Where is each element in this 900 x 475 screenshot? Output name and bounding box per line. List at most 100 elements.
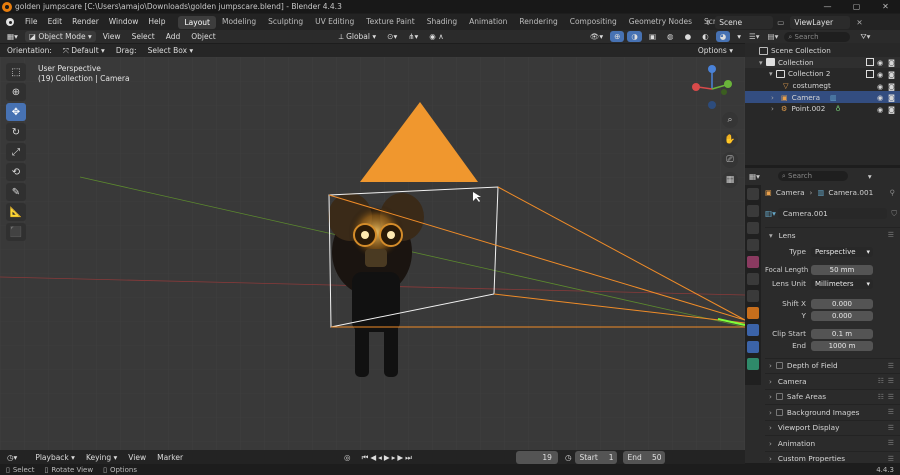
playback-controls[interactable]: ⏮◀◂▶▸▶⏭	[358, 452, 418, 463]
eye-icon[interactable]: ◉	[877, 93, 885, 102]
scene-field[interactable]: Scene	[715, 15, 774, 29]
mode-selector[interactable]: ◪ Object Mode ▾	[24, 31, 96, 42]
eye-icon[interactable]: ◉	[877, 82, 885, 91]
section-background-images[interactable]: › Background Images ☰	[765, 404, 900, 420]
end-frame-field[interactable]: End 50	[623, 450, 666, 464]
menu-timeline-view[interactable]: View	[124, 452, 150, 463]
select-box-tool-icon[interactable]: ⬚	[6, 63, 26, 81]
tab-geometry-nodes[interactable]: Geometry Nodes	[623, 14, 698, 30]
drag-grip-icon[interactable]: ☰	[888, 377, 894, 385]
eye-icon[interactable]: ◉	[877, 58, 885, 67]
minimize-button[interactable]: —	[813, 0, 842, 13]
outliner-row-scene-collection[interactable]: Scene Collection	[745, 45, 900, 57]
pin-icon[interactable]: ⚲	[890, 188, 895, 197]
record-toggle-icon[interactable]: ◎	[340, 452, 355, 463]
menu-playback[interactable]: Playback ▾	[31, 452, 79, 463]
background-images-checkbox[interactable]	[775, 408, 783, 416]
view-layer-tab-icon[interactable]	[747, 239, 759, 251]
visibility-icon[interactable]: 👁▾	[586, 31, 607, 42]
3d-viewport[interactable]: User Perspective (19) Collection | Camer…	[0, 57, 745, 450]
section-lens[interactable]: ▾ Lens ☰	[765, 227, 900, 243]
safe-areas-checkbox[interactable]	[775, 393, 783, 401]
shading-rendered-icon[interactable]: ◕	[715, 31, 731, 42]
tab-rendering[interactable]: Rendering	[513, 14, 563, 30]
drag-grip-icon[interactable]: ☰	[888, 408, 894, 416]
render-camera-icon[interactable]: ◙	[888, 93, 896, 102]
shading-solid-icon[interactable]: ●	[681, 31, 696, 42]
xray-icon[interactable]: ▣	[645, 31, 660, 42]
properties-editor-icon[interactable]: ▦▾	[749, 172, 760, 181]
render-camera-icon[interactable]: ◙	[888, 82, 896, 91]
menu-file[interactable]: File	[20, 14, 43, 30]
outliner-editor-icon[interactable]: ☰▾	[749, 32, 760, 41]
clock-icon[interactable]: ◷	[561, 452, 576, 463]
tool-tab-icon[interactable]	[747, 188, 759, 200]
world-tab-icon[interactable]	[747, 273, 759, 285]
type-dropdown[interactable]: Perspective ▾	[811, 246, 873, 257]
properties-options-icon[interactable]: ▾	[868, 172, 872, 181]
outliner-row-costumegt[interactable]: ▽ costumegt ◉ ◙	[745, 80, 900, 92]
tab-compositing[interactable]: Compositing	[564, 14, 623, 30]
lens-unit-dropdown[interactable]: Millimeters ▾	[811, 278, 873, 289]
options-dropdown[interactable]: Options ▾	[694, 45, 737, 56]
maximize-button[interactable]: ▢	[842, 0, 871, 13]
start-frame-field[interactable]: Start 1	[575, 450, 618, 464]
scene-tab-icon[interactable]	[747, 256, 759, 268]
drag-grip-icon[interactable]: ☰	[888, 362, 894, 370]
outliner-search[interactable]: ⌕ Search	[784, 31, 851, 42]
drag-grip-icon[interactable]: ☰	[888, 231, 894, 239]
scale-tool-icon[interactable]: ⤢	[6, 143, 26, 161]
presets-icon[interactable]: ☷	[878, 393, 884, 401]
section-depth-of-field[interactable]: › Depth of Field ☰	[765, 357, 900, 374]
pivot-icon[interactable]: ⊙▾	[383, 31, 401, 42]
zoom-icon[interactable]: ⌕	[722, 112, 738, 128]
current-frame-field[interactable]: 19	[515, 450, 558, 464]
render-tab-icon[interactable]	[747, 205, 759, 217]
expand-arrow-icon[interactable]: ▾	[759, 58, 766, 67]
timeline-editor-icon[interactable]: ◷▾	[3, 452, 21, 463]
focal-length-field[interactable]: 50 mm	[811, 264, 873, 275]
menu-object[interactable]: Object	[187, 31, 219, 42]
tab-sculpting[interactable]: Sculpting	[262, 14, 309, 30]
move-tool-icon[interactable]: ✥	[6, 103, 26, 121]
render-camera-icon[interactable]: ◙	[888, 58, 896, 67]
orientation-selector[interactable]: ⟂ Global ▾	[335, 31, 380, 42]
menu-window[interactable]: Window	[104, 14, 144, 30]
shading-material-icon[interactable]: ◐	[698, 31, 713, 42]
eye-icon[interactable]: ◉	[877, 105, 885, 114]
outliner-row-collection[interactable]: ▾ Collection ◉ ◙	[745, 56, 900, 69]
shading-wireframe-icon[interactable]: ◍	[663, 31, 678, 42]
properties-search[interactable]: ⌕ Search	[777, 171, 848, 181]
shading-options-icon[interactable]: ▾	[733, 31, 745, 42]
drag-grip-icon[interactable]: ☰	[888, 393, 894, 401]
drag-grip-icon[interactable]: ☰	[888, 455, 894, 463]
drag-dropdown[interactable]: Select Box ▾	[144, 45, 198, 56]
overlay-icon[interactable]: ◑	[627, 31, 642, 42]
include-checkbox[interactable]	[866, 69, 874, 78]
proportional-edit-icon[interactable]: ◉ ∧	[425, 31, 447, 42]
menu-add[interactable]: Add	[162, 31, 185, 42]
remove-view-layer-icon[interactable]: ✕	[856, 18, 862, 27]
tab-texture-paint[interactable]: Texture Paint	[360, 14, 420, 30]
cursor-tool-icon[interactable]: ⊕	[6, 83, 26, 101]
render-camera-icon[interactable]: ◙	[888, 105, 896, 114]
outliner-row-collection-2[interactable]: ▾ Collection 2 ◉ ◙	[745, 68, 900, 80]
clip-start-field[interactable]: 0.1 m	[811, 328, 873, 339]
shift-x-field[interactable]: 0.000	[811, 298, 873, 309]
close-button[interactable]: ✕	[871, 0, 900, 13]
outliner-row-camera[interactable]: › ▣ Camera ▥ ◉ ◙	[745, 91, 900, 103]
measure-tool-icon[interactable]: 📐	[6, 203, 26, 221]
editor-type-icon[interactable]: ▦▾	[3, 31, 22, 42]
menu-render[interactable]: Render	[67, 14, 104, 30]
display-mode-icon[interactable]: ▤▾	[768, 32, 779, 41]
datablock-name-field[interactable]: Camera.001	[777, 208, 888, 219]
camera-data-icon[interactable]: ▥	[830, 93, 837, 102]
section-animation[interactable]: › Animation ☰	[765, 435, 900, 451]
add-cube-tool-icon[interactable]: ⬛	[6, 223, 26, 241]
shift-y-field[interactable]: 0.000	[811, 310, 873, 321]
blender-logo-icon[interactable]	[4, 17, 16, 27]
drag-grip-icon[interactable]: ☰	[888, 439, 894, 447]
menu-view[interactable]: View	[99, 31, 125, 42]
snap-icon[interactable]: ⋔▾	[404, 31, 422, 42]
annotate-tool-icon[interactable]: ✎	[6, 183, 26, 201]
